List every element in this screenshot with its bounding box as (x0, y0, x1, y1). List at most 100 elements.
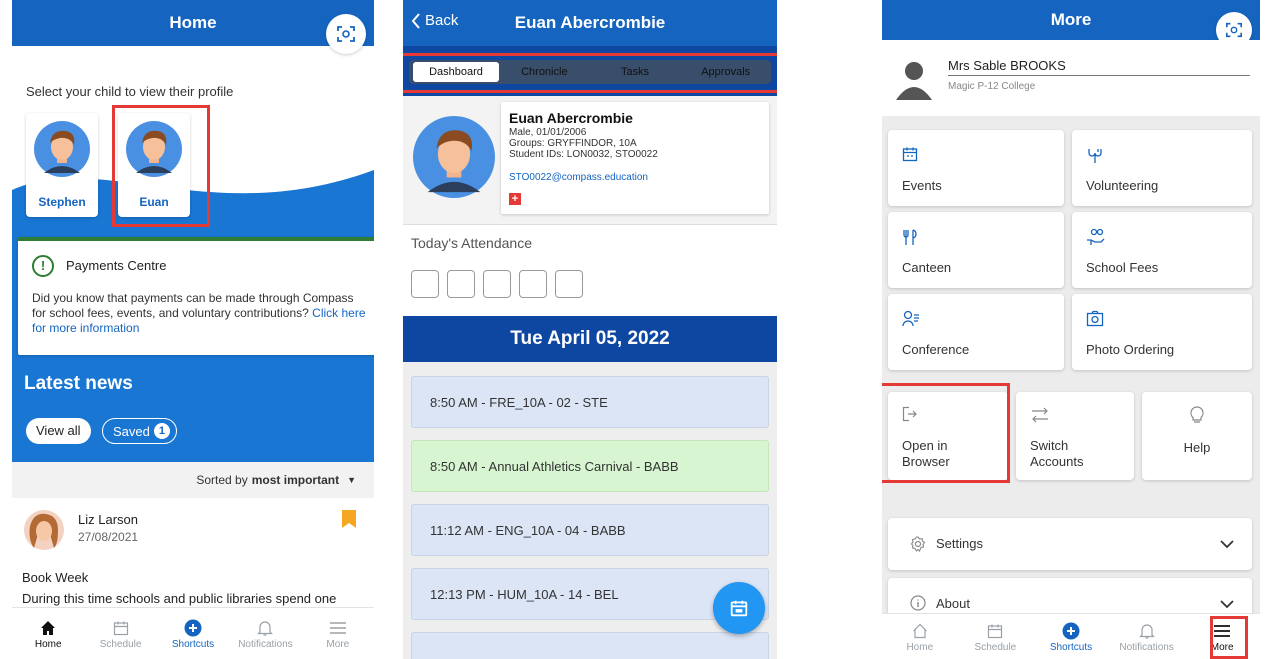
payments-card[interactable]: ! Payments Centre Did you know that paym… (18, 237, 374, 355)
schedule-item[interactable] (411, 632, 769, 659)
attendance-divider (403, 224, 777, 225)
tab-home[interactable]: Home (12, 608, 84, 659)
user-divider (948, 75, 1250, 76)
hand-coins-icon (1087, 228, 1105, 245)
tile-volunteering[interactable]: Volunteering (1072, 130, 1252, 206)
settings-row[interactable]: Settings (888, 518, 1252, 570)
user-avatar (892, 56, 936, 105)
plus-circle-icon (184, 619, 202, 637)
author-avatar (24, 510, 64, 555)
bell-icon (257, 621, 274, 636)
more-header: More (882, 0, 1260, 40)
news-item[interactable]: Liz Larson 27/08/2021 Book Week During t… (12, 498, 374, 608)
switch-icon (1032, 407, 1048, 423)
plus-circle-icon (1062, 622, 1080, 640)
switch-accounts-tile[interactable]: Switch Accounts (1016, 392, 1134, 480)
camera-icon (1086, 310, 1104, 327)
attendance-box[interactable] (483, 270, 511, 298)
highlight-tabs (403, 53, 777, 93)
highlight-euan (112, 105, 210, 227)
schedule-item[interactable]: 8:50 AM - FRE_10A - 02 - STE (411, 376, 769, 428)
dropdown-arrow-icon: ▼ (347, 475, 356, 485)
student-header: Euan Abercrombie (403, 0, 777, 46)
tile-label: Conference (902, 342, 970, 357)
tab-shortcuts[interactable]: Shortcuts (157, 608, 229, 659)
calendar-icon (988, 624, 1003, 639)
tab-notifications[interactable]: Notifications (1109, 614, 1185, 659)
user-block[interactable]: Mrs Sable BROOKS Magic P-12 College (882, 40, 1260, 116)
bottom-tab-bar: Home Schedule Shortcuts Notifications Mo… (12, 607, 374, 659)
attendance-box[interactable] (447, 270, 475, 298)
menu-icon (329, 622, 346, 634)
news-author: Liz Larson (78, 512, 138, 527)
tile-label: School Fees (1086, 260, 1159, 275)
chevron-down-icon (1220, 600, 1234, 609)
alert-icon: ! (32, 255, 54, 277)
user-name: Mrs Sable BROOKS (948, 58, 1066, 73)
help-tile[interactable]: Help (1142, 392, 1252, 480)
highlight-more-tab (1210, 616, 1248, 659)
calendar-fab[interactable] (713, 582, 765, 634)
switch-accounts-label: Switch Accounts (1030, 438, 1084, 469)
attendance-title: Today's Attendance (411, 235, 532, 251)
page-title: Euan Abercrombie (514, 13, 666, 32)
swiss-flag-icon: + (509, 193, 521, 205)
tab-shortcuts[interactable]: Shortcuts (1033, 614, 1109, 659)
date-banner: Tue April 05, 2022 (403, 316, 777, 362)
schedule-item[interactable]: 8:50 AM - Annual Athletics Carnival - BA… (411, 440, 769, 492)
avatar (34, 121, 90, 182)
highlight-open-in-browser (882, 383, 1010, 483)
student-screen: Euan Abercrombie Back Dashboard Chronicl… (403, 0, 777, 659)
attendance-boxes (411, 270, 583, 298)
bottom-tab-bar: Home Schedule Shortcuts Notifications Mo… (882, 613, 1260, 659)
view-all-button[interactable]: View all (26, 418, 91, 444)
attendance-box[interactable] (411, 270, 439, 298)
student-avatar (413, 116, 495, 203)
info-icon (910, 595, 926, 611)
news-date: 27/08/2021 (78, 530, 139, 544)
tile-label: Events (902, 178, 942, 193)
tile-label: Canteen (902, 260, 952, 275)
volunteer-icon (1088, 149, 1102, 163)
payments-body: Did you know that payments can be made t… (32, 291, 366, 335)
child-card-stephen[interactable]: Stephen (26, 113, 98, 217)
bell-icon (1138, 624, 1155, 639)
user-school: Magic P-12 College (948, 81, 1036, 92)
tile-label: Photo Ordering (1086, 342, 1175, 357)
attendance-box[interactable] (519, 270, 547, 298)
saved-count-badge: 1 (153, 423, 170, 439)
schedule-item[interactable]: 11:12 AM - ENG_10A - 04 - BABB (411, 504, 769, 556)
tile-school-fees[interactable]: School Fees (1072, 212, 1252, 288)
student-email[interactable]: STO0022@compass.education (509, 172, 648, 183)
gear-icon (910, 536, 926, 552)
person-list-icon (902, 310, 919, 327)
scan-icon (337, 26, 355, 42)
chevron-down-icon (1220, 540, 1234, 549)
attendance-box[interactable] (555, 270, 583, 298)
more-screen: More Mrs Sable BROOKS Magic P-12 College… (882, 0, 1260, 659)
scan-icon (1225, 22, 1243, 38)
sort-bar[interactable]: Sorted by most important ▼ (12, 462, 374, 498)
home-screen: Home Select your child to view their pro… (12, 0, 374, 659)
tab-more[interactable]: More (302, 608, 374, 659)
tile-conference[interactable]: Conference (888, 294, 1064, 370)
tab-schedule[interactable]: Schedule (958, 614, 1034, 659)
page-title: Home (169, 13, 217, 32)
back-button[interactable]: Back (411, 12, 458, 29)
tile-events[interactable]: Events (888, 130, 1064, 206)
settings-label: Settings (936, 536, 983, 551)
select-child-prompt: Select your child to view their profile (26, 84, 234, 99)
scan-button[interactable] (326, 14, 366, 54)
latest-news-heading: Latest news (24, 373, 133, 394)
saved-button[interactable]: Saved 1 (102, 418, 177, 444)
tab-notifications[interactable]: Notifications (229, 608, 301, 659)
student-name: Euan Abercrombie (509, 110, 633, 126)
tile-photo-ordering[interactable]: Photo Ordering (1072, 294, 1252, 370)
bookmark-icon[interactable] (342, 510, 356, 528)
lightbulb-icon (1190, 406, 1204, 423)
calendar-icon (730, 600, 748, 617)
tab-home[interactable]: Home (882, 614, 958, 659)
tile-canteen[interactable]: Canteen (888, 212, 1064, 288)
chevron-left-icon (411, 12, 420, 29)
tab-schedule[interactable]: Schedule (84, 608, 156, 659)
